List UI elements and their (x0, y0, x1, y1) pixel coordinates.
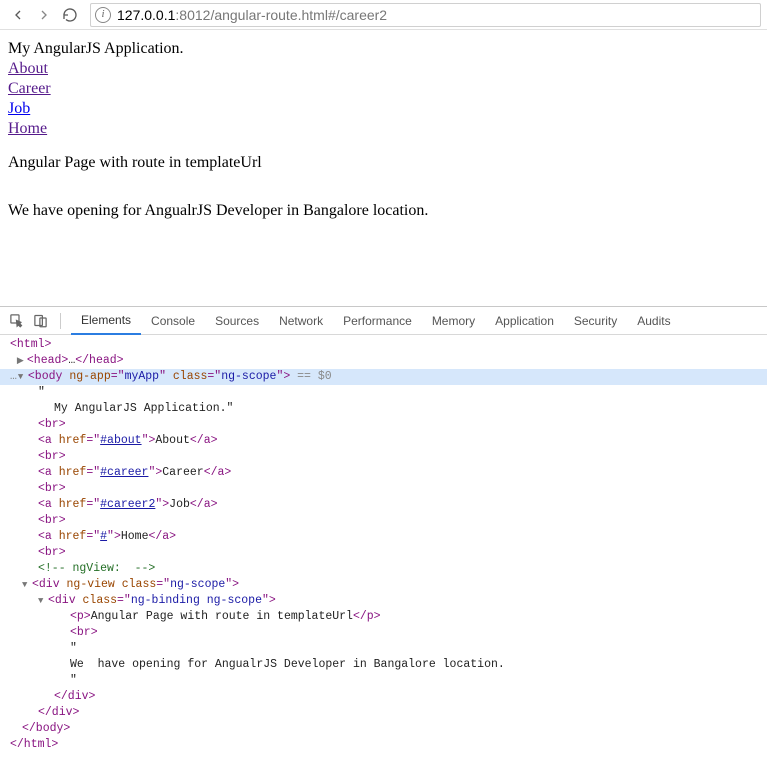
src-line[interactable]: </div> (0, 689, 767, 705)
src-line[interactable]: <a href="#about">About</a> (0, 433, 767, 449)
src-line[interactable]: <br> (0, 481, 767, 497)
src-line[interactable]: " (0, 641, 767, 657)
src-line[interactable]: </html> (0, 737, 767, 753)
collapse-icon[interactable] (22, 577, 32, 593)
tab-sources[interactable]: Sources (205, 307, 269, 335)
expand-icon[interactable] (17, 353, 27, 369)
src-line[interactable]: <div ng-view class="ng-scope"> (0, 577, 767, 593)
src-line[interactable]: " (0, 673, 767, 689)
collapse-icon[interactable] (18, 369, 28, 385)
src-line[interactable]: <html> (0, 337, 767, 353)
inspect-element-button[interactable] (6, 311, 26, 331)
arrow-right-icon (36, 7, 52, 23)
arrow-left-icon (10, 7, 26, 23)
address-bar[interactable]: i 127.0.0.1:8012/angular-route.html#/car… (90, 3, 761, 27)
link-career[interactable]: Career (8, 80, 51, 97)
src-line[interactable]: " (0, 385, 767, 401)
src-line[interactable]: <br> (0, 513, 767, 529)
src-line[interactable]: <p>Angular Page with route in templateUr… (0, 609, 767, 625)
reload-icon (62, 7, 78, 23)
device-toolbar-button[interactable] (30, 311, 50, 331)
src-line[interactable]: <a href="#career2">Job</a> (0, 497, 767, 513)
src-line[interactable]: <a href="#career">Career</a> (0, 465, 767, 481)
elements-tree[interactable]: <html> <head>…</head> …<body ng-app="myA… (0, 335, 767, 759)
back-button[interactable] (6, 3, 30, 27)
forward-button[interactable] (32, 3, 56, 27)
src-line[interactable]: <!-- ngView: --> (0, 561, 767, 577)
tab-application[interactable]: Application (485, 307, 564, 335)
src-line[interactable]: My AngularJS Application." (0, 401, 767, 417)
src-line[interactable]: <br> (0, 417, 767, 433)
tab-memory[interactable]: Memory (422, 307, 485, 335)
view-paragraph-1: Angular Page with route in templateUrl (8, 154, 759, 172)
device-icon (33, 313, 48, 328)
src-line[interactable]: We have opening for AngualrJS Developer … (0, 657, 767, 673)
src-line[interactable]: <br> (0, 449, 767, 465)
info-icon[interactable]: i (95, 7, 111, 23)
reload-button[interactable] (58, 3, 82, 27)
devtools-tabbar: Elements Console Sources Network Perform… (0, 307, 767, 335)
link-about[interactable]: About (8, 60, 48, 77)
devtools-panel: Elements Console Sources Network Perform… (0, 306, 767, 759)
src-line[interactable]: <br> (0, 545, 767, 561)
src-line[interactable]: </div> (0, 705, 767, 721)
link-home[interactable]: Home (8, 120, 47, 137)
page-heading: My AngularJS Application. (8, 40, 759, 58)
src-line[interactable]: </body> (0, 721, 767, 737)
url-text: 127.0.0.1:8012/angular-route.html#/caree… (117, 7, 387, 23)
browser-toolbar: i 127.0.0.1:8012/angular-route.html#/car… (0, 0, 767, 30)
collapse-icon[interactable] (38, 593, 48, 609)
src-line[interactable]: <div class="ng-binding ng-scope"> (0, 593, 767, 609)
cursor-icon (9, 313, 24, 328)
tab-performance[interactable]: Performance (333, 307, 422, 335)
page-content: My AngularJS Application. About Career J… (0, 30, 767, 246)
src-line[interactable]: <br> (0, 625, 767, 641)
src-line[interactable]: <head>…</head> (0, 353, 767, 369)
src-line[interactable]: <a href="#">Home</a> (0, 529, 767, 545)
tab-audits[interactable]: Audits (627, 307, 680, 335)
tab-elements[interactable]: Elements (71, 307, 141, 335)
view-paragraph-2: We have opening for AngualrJS Developer … (8, 202, 759, 220)
tab-network[interactable]: Network (269, 307, 333, 335)
src-line-selected[interactable]: …<body ng-app="myApp" class="ng-scope"> … (0, 369, 767, 385)
tab-console[interactable]: Console (141, 307, 205, 335)
separator (60, 313, 61, 329)
tab-security[interactable]: Security (564, 307, 627, 335)
link-job[interactable]: Job (8, 100, 30, 117)
